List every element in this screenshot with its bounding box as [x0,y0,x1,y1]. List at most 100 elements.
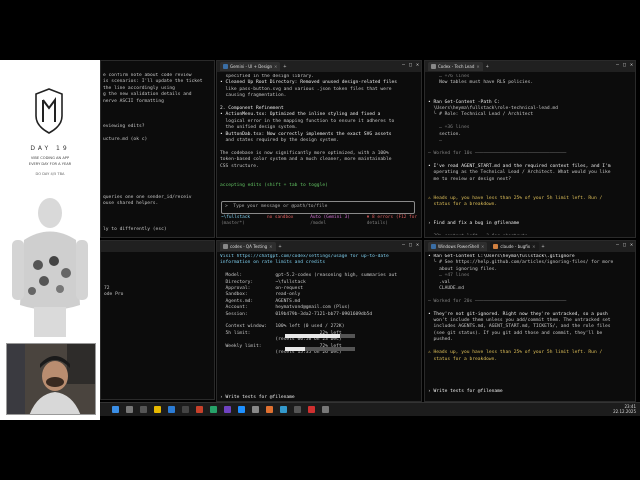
new-tab-icon[interactable]: + [486,64,489,70]
close-icon[interactable]: ✕ [630,242,633,248]
window-controls: – □ ✕ [616,242,633,248]
gemini-terminal-window[interactable]: Gemini - UI + Design ✕ + – □ ✕ specified… [216,60,422,238]
tab-codex-qa[interactable]: codex - QA Testing ✕ [220,242,276,251]
tab-powershell[interactable]: Windows PowerShell ✕ [428,242,488,251]
terminal-output: 72 ode Pro [104,254,211,397]
powershell-icon [431,244,436,249]
shield-logo-icon [35,88,63,134]
close-tab-icon[interactable]: ✕ [532,244,535,249]
tab-bar: codex - QA Testing ✕ + [217,241,421,252]
app-icon-red[interactable] [196,406,203,413]
terminal-line: accepting edits (shift + tab to toggle) [220,182,328,188]
stream-overlay-panel: DAY 19 VIBE CODING AN APP EVERY DAY FOR … [0,60,100,420]
tab-bar: Windows PowerShell ✕ claude - bugfix ✕ + [425,241,635,252]
system-clock[interactable]: 23:41 22.12.2025 [613,404,636,414]
status-errors-details: details) [366,221,388,226]
window-controls: – □ ✕ [402,242,419,248]
codex-tech-output: … +76 lines Now tables must have RLS pol… [428,74,632,235]
app-icon-blue[interactable] [280,406,287,413]
webcam-feed [6,343,96,415]
limit-weekly-bar [285,346,355,352]
tab-bar: Gemini - UI + Design ✕ + [217,61,421,72]
close-icon[interactable]: ✕ [416,242,419,248]
day-counter: DAY 19 [30,145,70,152]
status-sandbox: no sandbox [266,215,294,220]
codex-qa-output: Visit https://chatgpt.com/codex/settings… [220,254,418,399]
prompt-placeholder: > Type your message or @path/to/file [225,204,328,209]
new-tab-icon[interactable]: + [283,64,286,70]
claude-icon [493,244,499,249]
terminal-line: Model: gpt-5.2-codex (reasoning high, su… [220,273,398,279]
terminal-window-partial-top[interactable]: e confirm note about code review is scena… [100,60,215,238]
windows-taskbar: 23:41 22.12.2025 [100,402,640,416]
powershell-window[interactable]: Windows PowerShell ✕ claude - bugfix ✕ +… [424,240,636,402]
minimize-icon[interactable]: – [402,62,405,68]
app-icon-purple[interactable] [224,406,231,413]
app-icon-gray[interactable] [252,406,259,413]
terminal-icon [223,64,228,69]
start-menu-icon[interactable] [112,406,119,413]
overlay-subtitle-2: EVERY DAY FOR A YEAR [28,162,72,166]
gemini-status-bar: ~\fullstack (master*) no sandbox Auto (Ge… [221,215,417,235]
gemini-output: specified in the design library. • Cleane… [220,74,418,207]
codex-qa-window[interactable]: codex - QA Testing ✕ + – □ ✕ Visit https… [216,240,422,402]
limit-5h-fill [285,333,340,338]
terminal-line: includes AGENTS.md, AGENT_START.md, TICK… [428,324,611,330]
gemini-prompt-input[interactable]: > Type your message or @path/to/file [221,201,415,214]
terminal-icon [431,64,436,69]
app-icon-dark[interactable] [294,406,301,413]
maximize-icon[interactable]: □ [623,62,626,68]
window-controls: – □ ✕ [616,62,633,68]
minimize-icon[interactable]: – [616,62,619,68]
close-tab-icon[interactable]: ✕ [476,64,479,69]
terminal-line: operating as the Technical Lead / Archit… [428,170,611,176]
powershell-output: • Ran Get-Content C:\Users\heyma\fullsta… [428,254,632,399]
webcam-person-image [7,344,95,414]
maximize-icon[interactable]: □ [409,62,412,68]
limit-5h-remaining [339,333,355,338]
minimize-icon[interactable]: – [616,242,619,248]
close-icon[interactable]: ✕ [416,62,419,68]
maximize-icon[interactable]: □ [623,242,626,248]
vscode-icon[interactable] [238,406,245,413]
tab-codex-tech-lead[interactable]: Codex - Tech Lead ✕ [428,62,483,71]
minimize-icon[interactable]: – [402,242,405,248]
close-tab-icon[interactable]: ✕ [269,244,272,249]
edge-browser-icon[interactable] [168,406,175,413]
terminal-line: ode Pro [104,292,124,298]
tab-claude-bugfix[interactable]: claude - bugfix ✕ [490,242,539,251]
maximize-icon[interactable]: □ [409,242,412,248]
terminal-line: ⚠ Heads up, you have less than 25% of yo… [428,350,603,356]
tab-bar [101,241,214,252]
limit-weekly-remaining [304,346,355,351]
search-icon[interactable] [126,406,133,413]
record-icon[interactable] [308,406,315,413]
close-tab-icon[interactable]: ✕ [481,244,484,249]
figure-illustration [12,198,88,337]
clock-date: 22.12.2025 [613,409,636,414]
codex-tech-lead-window[interactable]: Codex - Tech Lead ✕ + – □ ✕ … +76 lines … [424,60,636,238]
new-tab-icon[interactable]: + [542,244,545,250]
file-explorer-icon[interactable] [154,406,161,413]
status-branch: (master*) [221,221,245,226]
overlay-subtitle-1: VIBE CODING AN APP [30,156,70,160]
close-icon[interactable]: ✕ [630,62,633,68]
terminal-app-icon[interactable] [182,406,189,413]
terminal-line: └ # See https://help.github.com/articles… [428,260,614,266]
terminal-line: token-based color system and a much clea… [220,157,392,163]
window-controls: – □ ✕ [402,62,419,68]
app-icon-orange[interactable] [266,406,273,413]
terminal-window-partial-bottom[interactable]: 72 ode Pro [100,240,215,400]
limit-5h-bar [285,333,355,339]
new-tab-icon[interactable]: + [279,244,282,250]
app-icon-green[interactable] [210,406,217,413]
task-view-icon[interactable] [140,406,147,413]
close-tab-icon[interactable]: ✕ [274,64,277,69]
tab-gemini[interactable]: Gemini - UI + Design ✕ [220,62,281,71]
limit-weekly-fill [285,346,305,351]
terminal-line: is scenarios: I'll update the ticket [103,79,203,85]
tab-bar: Codex - Tech Lead ✕ + [425,61,635,72]
app-icon-misc[interactable] [322,406,329,413]
